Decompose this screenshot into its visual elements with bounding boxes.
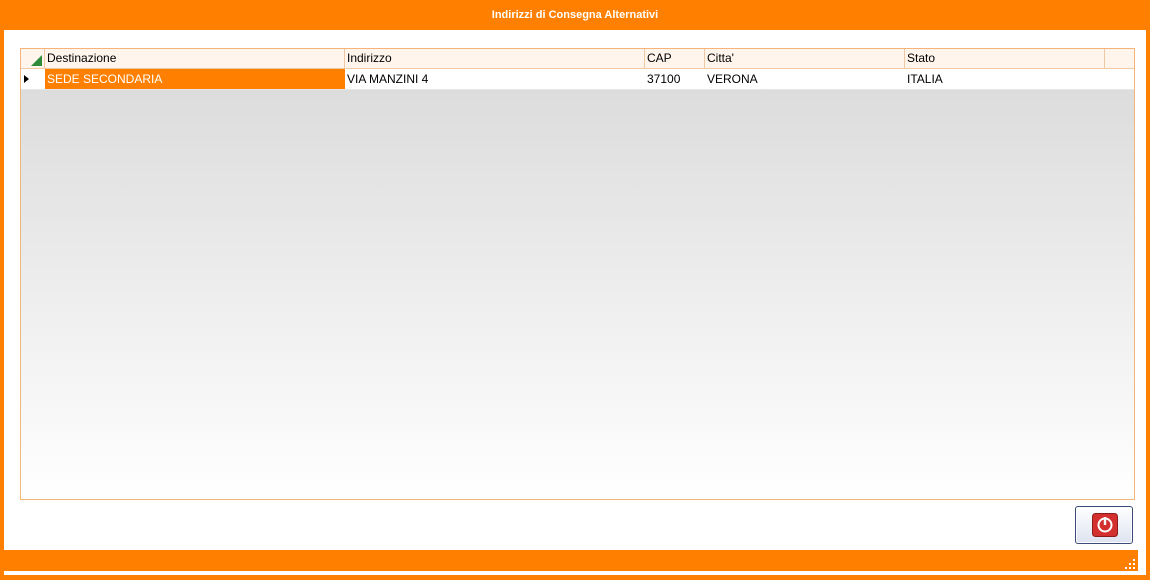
column-header-citta[interactable]: Citta' [705, 49, 905, 68]
table-row[interactable]: SEDE SECONDARIA VIA MANZINI 4 37100 VERO… [21, 69, 1134, 90]
cell-stato[interactable]: ITALIA [905, 69, 1105, 89]
column-header-indirizzo[interactable]: Indirizzo [345, 49, 645, 68]
status-bar [4, 550, 1138, 571]
row-header[interactable] [21, 69, 45, 89]
grid-corner[interactable] [21, 49, 45, 68]
column-header-destinazione[interactable]: Destinazione [45, 49, 345, 68]
column-header-stato[interactable]: Stato [905, 49, 1105, 68]
title-bar: Indirizzi di Consegna Alternativi [0, 0, 1150, 30]
addresses-grid[interactable]: Destinazione Indirizzo CAP Citta' Stato … [20, 48, 1135, 500]
exit-button[interactable] [1075, 506, 1133, 544]
sort-corner-icon [31, 55, 42, 66]
cell-indirizzo[interactable]: VIA MANZINI 4 [345, 69, 645, 89]
window-title: Indirizzi di Consegna Alternativi [491, 9, 659, 21]
resize-grip-icon[interactable] [1124, 558, 1136, 570]
dialog-body: Destinazione Indirizzo CAP Citta' Stato … [4, 30, 1146, 575]
power-icon [1092, 513, 1118, 537]
current-row-arrow-icon [24, 75, 29, 83]
column-header-cap[interactable]: CAP [645, 49, 705, 68]
cell-cap[interactable]: 37100 [645, 69, 705, 89]
cell-citta[interactable]: VERONA [705, 69, 905, 89]
grid-header: Destinazione Indirizzo CAP Citta' Stato [21, 49, 1134, 69]
cell-destinazione[interactable]: SEDE SECONDARIA [45, 69, 345, 89]
dialog-window: Indirizzi di Consegna Alternativi Destin… [0, 0, 1150, 580]
